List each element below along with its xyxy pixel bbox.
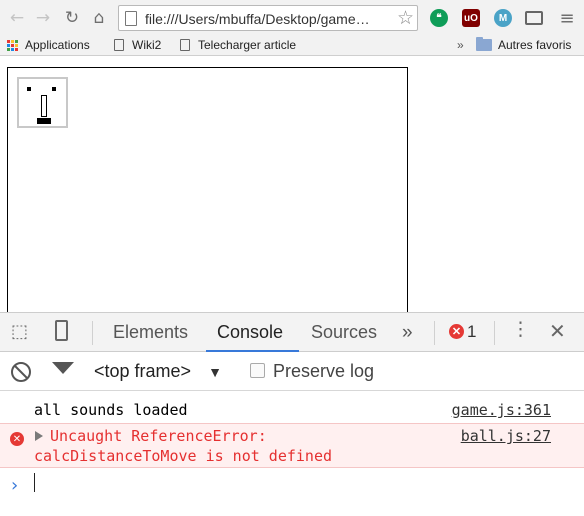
- bookmark-label: Wiki2: [132, 38, 162, 52]
- error-count[interactable]: 1: [467, 322, 476, 342]
- text-cursor: [34, 473, 35, 492]
- console-message-log: all sounds loaded game.js:361: [0, 398, 584, 422]
- forward-arrow-icon[interactable]: →: [32, 7, 54, 29]
- console-prompt[interactable]: ›: [0, 470, 584, 496]
- context-select[interactable]: <top frame> ▼: [94, 361, 222, 382]
- browser-toolbar: ← → ↻ ⌂ file:///Users/mbuffa/Desktop/gam…: [0, 0, 584, 36]
- page-icon: [125, 11, 137, 26]
- clear-console-icon[interactable]: [11, 362, 31, 382]
- console-filterbar: <top frame> ▼ Preserve log: [0, 352, 584, 391]
- page-viewport: [0, 57, 584, 317]
- error-text-line1: Uncaught ReferenceError:: [50, 427, 267, 445]
- folder-icon: [476, 37, 492, 51]
- monster-left-eye: [27, 87, 31, 91]
- error-text-line2: calcDistanceToMove is not defined: [34, 447, 333, 465]
- expand-triangle-icon[interactable]: [35, 431, 43, 441]
- message-text: all sounds loaded: [34, 401, 188, 419]
- hangouts-icon[interactable]: ❝: [430, 9, 448, 27]
- bookmark-applications[interactable]: Applications: [7, 38, 90, 52]
- monster-nose: [41, 95, 47, 117]
- bookmark-label: Applications: [25, 38, 90, 52]
- context-select-value: <top frame>: [94, 361, 192, 381]
- address-url: file:///Users/mbuffa/Desktop/game…: [145, 11, 370, 27]
- preserve-log-label[interactable]: Preserve log: [273, 361, 374, 382]
- inspect-element-icon[interactable]: ⬚: [11, 321, 28, 342]
- more-tabs-button[interactable]: »: [402, 322, 413, 344]
- evernote-icon[interactable]: M: [494, 9, 512, 27]
- document-icon: [180, 39, 190, 51]
- address-bar[interactable]: file:///Users/mbuffa/Desktop/game… ☆: [118, 5, 418, 31]
- bookmark-wiki2[interactable]: Wiki2: [114, 38, 161, 52]
- tabbar-divider: [92, 321, 93, 345]
- bookmark-telecharger[interactable]: Telecharger article: [180, 38, 296, 52]
- bookmark-label: Autres favoris: [498, 38, 572, 52]
- preserve-log-checkbox[interactable]: [250, 363, 265, 378]
- devtools-panel: ⬚ Elements Console Sources » ✕ 1 ⋮ ✕ <to…: [0, 312, 584, 516]
- tab-sources[interactable]: Sources: [311, 322, 377, 343]
- tab-console[interactable]: Console: [217, 322, 283, 343]
- error-icon: ✕: [10, 432, 24, 446]
- bookmark-star-icon[interactable]: ☆: [397, 7, 414, 29]
- tabbar-divider: [494, 321, 495, 345]
- console-message-error: ✕ Uncaught ReferenceError: calcDistanceT…: [0, 423, 584, 468]
- devtools-tabbar: ⬚ Elements Console Sources » ✕ 1 ⋮ ✕: [0, 312, 584, 352]
- kebab-menu-icon[interactable]: ⋮: [511, 319, 530, 339]
- message-source-link[interactable]: ball.js:27: [461, 427, 551, 445]
- bookmarks-overflow[interactable]: »: [457, 38, 464, 52]
- apps-grid-icon: [7, 39, 18, 51]
- cast-icon[interactable]: [525, 11, 543, 25]
- tab-elements[interactable]: Elements: [113, 322, 188, 343]
- menu-icon[interactable]: ≡: [556, 7, 578, 29]
- dropdown-triangle-icon: ▼: [208, 364, 222, 380]
- device-mode-icon[interactable]: [55, 320, 68, 341]
- monster-mouth: [37, 118, 51, 124]
- bookmark-label: Telecharger article: [198, 38, 297, 52]
- back-arrow-icon[interactable]: ←: [6, 7, 28, 29]
- tabbar-divider: [434, 321, 435, 345]
- chevron-double-icon: »: [457, 38, 464, 52]
- ublock-icon[interactable]: uO: [462, 9, 480, 27]
- home-icon[interactable]: ⌂: [88, 7, 110, 29]
- error-badge-icon[interactable]: ✕: [449, 324, 464, 339]
- close-icon[interactable]: ✕: [549, 319, 566, 343]
- bookmarks-bar: Applications Wiki2 Telecharger article »…: [0, 36, 584, 56]
- filter-funnel-icon[interactable]: [52, 362, 74, 374]
- message-source-link[interactable]: game.js:361: [452, 401, 551, 419]
- reload-icon[interactable]: ↻: [61, 7, 83, 29]
- prompt-chevron-icon: ›: [11, 475, 19, 496]
- monster-sprite: [17, 77, 68, 128]
- monster-right-eye: [52, 87, 56, 91]
- bookmark-other[interactable]: Autres favoris: [476, 37, 572, 52]
- game-canvas[interactable]: [7, 67, 408, 317]
- document-icon: [114, 39, 124, 51]
